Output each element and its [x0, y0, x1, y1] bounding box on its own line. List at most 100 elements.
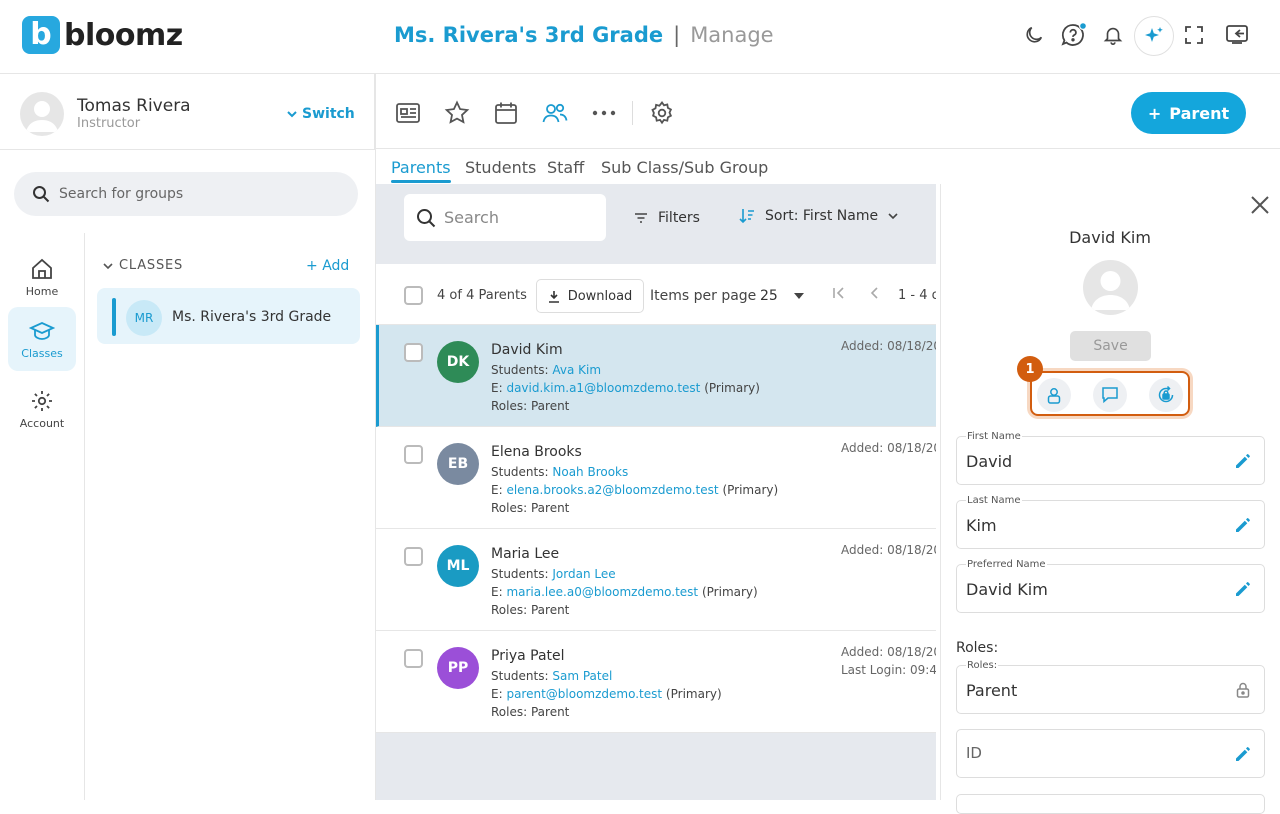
logo-text: bloomz — [64, 17, 183, 53]
nav-account[interactable]: Account — [8, 377, 76, 441]
first-name-field[interactable]: First Name David — [956, 431, 1265, 485]
row-roles: Roles: Parent — [491, 705, 570, 719]
filters-label: Filters — [658, 210, 700, 226]
nav-classes[interactable]: Classes — [8, 307, 76, 371]
settings-gear-icon[interactable] — [648, 99, 676, 127]
search-groups-input[interactable]: Search for groups — [14, 172, 358, 216]
sort-button[interactable]: Sort: First Name — [739, 208, 898, 224]
close-icon[interactable] — [1249, 194, 1271, 216]
collapse-panel-icon[interactable] — [1224, 22, 1250, 48]
student-link[interactable]: Noah Brooks — [552, 465, 628, 479]
notifications-bell-icon[interactable] — [1100, 22, 1126, 48]
class-title[interactable]: Ms. Rivera's 3rd Grade — [394, 23, 663, 47]
tab-staff[interactable]: Staff — [547, 158, 584, 177]
preferred-name-field[interactable]: Preferred Name David Kim — [956, 559, 1265, 613]
row-checkbox[interactable] — [404, 547, 423, 566]
user-avatar[interactable] — [20, 92, 64, 136]
email-link[interactable]: david.kim.a1@bloomzdemo.test — [506, 381, 700, 395]
tab-active-underline — [391, 180, 451, 183]
edit-pencil-icon[interactable] — [1234, 452, 1252, 470]
message-button[interactable] — [1093, 378, 1127, 412]
row-checkbox[interactable] — [404, 343, 423, 362]
preferred-name-label: Preferred Name — [966, 559, 1047, 570]
add-class-button[interactable]: + Add — [306, 258, 349, 274]
more-icon[interactable] — [590, 99, 618, 127]
search-groups-placeholder: Search for groups — [59, 186, 184, 202]
bloomz-logo[interactable]: b bloomz — [22, 16, 183, 54]
page-range: 1 - 4 o — [898, 288, 936, 303]
sort-icon — [739, 209, 754, 224]
first-page-icon[interactable] — [832, 287, 846, 299]
table-row[interactable]: PP Priya Patel Students: Sam Patel E: pa… — [376, 631, 936, 733]
nav-home[interactable]: Home — [8, 245, 76, 309]
row-students: Students: Noah Brooks — [491, 465, 629, 479]
roles-field: Roles: Parent — [956, 660, 1265, 714]
filters-button[interactable]: Filters — [634, 210, 700, 226]
dark-mode-moon-icon[interactable] — [1021, 22, 1047, 48]
user-lock-icon — [1047, 388, 1061, 404]
members-icon[interactable] — [541, 99, 569, 127]
fullscreen-icon[interactable] — [1181, 22, 1207, 48]
row-students: Students: Ava Kim — [491, 363, 602, 377]
row-last-login: Last Login: 09:43 — [841, 663, 936, 677]
edit-pencil-icon[interactable] — [1234, 580, 1252, 598]
student-link[interactable]: Ava Kim — [552, 363, 601, 377]
star-icon[interactable] — [443, 99, 471, 127]
row-avatar: ML — [437, 545, 479, 587]
nav-classes-label: Classes — [21, 346, 63, 360]
reset-password-button[interactable] — [1149, 378, 1183, 412]
classes-section-header[interactable]: CLASSES — [103, 258, 183, 273]
row-added-date: Added: 08/18/20 — [841, 441, 936, 455]
row-checkbox[interactable] — [404, 445, 423, 464]
email-link[interactable]: maria.lee.a0@bloomzdemo.test — [506, 585, 698, 599]
tab-parents[interactable]: Parents — [391, 158, 451, 177]
select-all-checkbox[interactable] — [404, 286, 423, 305]
gear-icon — [32, 390, 52, 411]
table-row[interactable]: EB Elena Brooks Students: Noah Brooks E:… — [376, 427, 936, 529]
first-name-value: David — [966, 452, 1013, 471]
prev-page-icon[interactable] — [870, 287, 880, 299]
download-icon — [548, 290, 559, 303]
row-name: Elena Brooks — [491, 444, 582, 460]
plus-icon: + — [306, 258, 318, 274]
roles-value: Parent — [966, 681, 1018, 700]
row-checkbox[interactable] — [404, 649, 423, 668]
tab-subclass[interactable]: Sub Class/Sub Group — [601, 158, 768, 177]
chevron-down-icon — [888, 213, 898, 220]
email-link[interactable]: elena.brooks.a2@bloomzdemo.test — [506, 483, 718, 497]
calendar-icon[interactable] — [492, 99, 520, 127]
ai-assistant-button[interactable] — [1134, 16, 1174, 56]
edit-pencil-icon[interactable] — [1234, 745, 1252, 763]
table-row[interactable]: ML Maria Lee Students: Jordan Lee E: mar… — [376, 529, 936, 631]
download-button[interactable]: Download — [536, 279, 644, 313]
first-name-label: First Name — [966, 431, 1022, 442]
student-link[interactable]: Jordan Lee — [552, 567, 615, 581]
help-chat-icon[interactable] — [1060, 22, 1086, 48]
sort-label: Sort: First Name — [765, 208, 879, 224]
account-lock-button[interactable] — [1037, 378, 1071, 412]
parent-search-input[interactable]: Search — [404, 194, 606, 241]
add-class-label: Add — [322, 258, 350, 274]
edit-pencil-icon[interactable] — [1234, 516, 1252, 534]
email-link[interactable]: parent@bloomzdemo.test — [506, 687, 662, 701]
items-per-page-select[interactable]: 25 — [760, 288, 804, 304]
student-link[interactable]: Sam Patel — [552, 669, 612, 683]
switch-button[interactable]: Switch — [287, 106, 355, 122]
table-row[interactable]: DK David Kim Students: Ava Kim E: david.… — [376, 325, 936, 427]
download-label: Download — [567, 288, 633, 304]
id-field[interactable]: ID — [956, 729, 1265, 778]
row-students: Students: Sam Patel — [491, 669, 613, 683]
save-button[interactable]: Save — [1070, 331, 1151, 361]
next-field[interactable] — [956, 794, 1265, 814]
row-students: Students: Jordan Lee — [491, 567, 616, 581]
section-title: Manage — [690, 23, 774, 47]
row-avatar: DK — [437, 341, 479, 383]
items-per-page-label: Items per page — [650, 288, 757, 304]
tab-students[interactable]: Students — [465, 158, 536, 177]
add-parent-button[interactable]: + Parent — [1131, 92, 1246, 134]
chevron-down-icon — [287, 111, 297, 118]
switch-label: Switch — [302, 106, 355, 122]
detail-avatar[interactable] — [1083, 260, 1138, 315]
newsfeed-icon[interactable] — [394, 99, 422, 127]
last-name-field[interactable]: Last Name Kim — [956, 495, 1265, 549]
